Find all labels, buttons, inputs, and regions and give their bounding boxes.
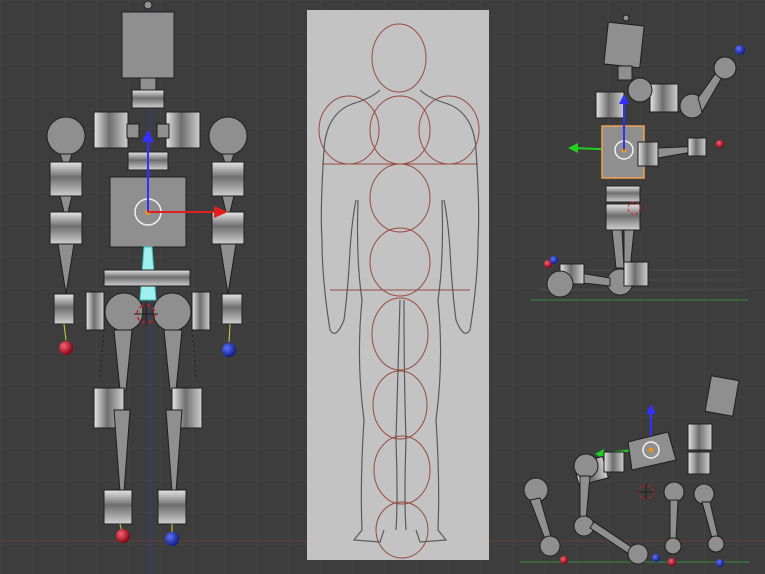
ik-handle-foot-right[interactable] (165, 532, 179, 546)
ik-handle-quad-back-left[interactable] (560, 556, 568, 564)
rig-wrist-right[interactable] (211, 211, 245, 245)
rig-wrist-left[interactable] (49, 211, 83, 245)
quad-neck-joint[interactable] (687, 423, 713, 451)
quad-origin-dot (648, 447, 654, 453)
quad-back-knee-left[interactable] (539, 535, 561, 557)
biped-hip-joint[interactable] (605, 203, 641, 231)
ik-handle-foot-left[interactable] (116, 529, 130, 543)
rig-head[interactable] (121, 11, 175, 79)
quad-back-hip-right[interactable] (573, 453, 599, 479)
rig-hip-joint-left[interactable] (85, 291, 105, 331)
quad-front-foot-left[interactable] (664, 537, 682, 555)
biped-foot-left[interactable] (546, 270, 574, 298)
biped-hand-right[interactable] (713, 56, 737, 80)
ik-handle-quad-front-left[interactable] (668, 558, 676, 566)
quad-front-shoulder-left[interactable] (663, 481, 685, 503)
quad-front-shoulder-right[interactable] (693, 483, 715, 505)
reference-sketch[interactable] (307, 10, 489, 560)
reference-image-plane[interactable] (307, 10, 489, 560)
viewport-canvas[interactable] (0, 0, 765, 574)
quad-back-foot-right[interactable] (627, 543, 649, 565)
rig-shoulder-joint-left[interactable] (93, 111, 129, 149)
ik-handle-hand-right[interactable] (222, 343, 236, 357)
quad-shoulder-joint[interactable] (687, 451, 711, 475)
rig-hip-ring[interactable] (103, 269, 191, 287)
biped-head[interactable] (603, 21, 645, 69)
rig-shoulder-right[interactable] (208, 116, 248, 156)
biped-head-antenna (622, 14, 630, 22)
quad-front-leg-left[interactable] (669, 499, 679, 541)
ik-handle-biped-hand-left[interactable] (716, 140, 724, 148)
rig-elbow-right[interactable] (211, 161, 245, 197)
rig-neck[interactable] (139, 77, 157, 91)
quad-spine-joint[interactable] (603, 451, 625, 473)
rig-collar-left[interactable] (126, 123, 140, 139)
3d-viewport[interactable] (0, 0, 765, 574)
biped-hip-ring[interactable] (605, 185, 641, 203)
biped-shoulder-sphere[interactable] (627, 77, 653, 103)
rig-elbow-left[interactable] (49, 161, 83, 197)
quad-head[interactable] (704, 375, 740, 417)
rig-ankle-left[interactable] (103, 489, 133, 525)
ik-handle-quad-front-right[interactable] (716, 559, 724, 567)
biped-shoulder-left[interactable] (595, 91, 625, 119)
biped-knee-right[interactable] (623, 261, 649, 287)
biped-shoulder-right[interactable] (649, 83, 679, 113)
rig-collar-right[interactable] (156, 123, 170, 139)
biped-wrist-left[interactable] (687, 137, 707, 157)
ik-handle-biped-foot-right[interactable] (550, 256, 558, 264)
rig-shoulder-joint-right[interactable] (165, 111, 201, 149)
rig-shoulder-left[interactable] (46, 116, 86, 156)
quad-front-foot-right[interactable] (707, 535, 725, 553)
ik-handle-biped-hand-right[interactable] (735, 45, 745, 55)
ik-handle-quad-back-right[interactable] (652, 554, 660, 562)
rig-hip-right[interactable] (152, 292, 192, 332)
biped-neck[interactable] (617, 65, 633, 81)
rig-head-antenna[interactable] (143, 0, 153, 10)
biped-elbow-left[interactable] (637, 141, 659, 167)
rig-ankle-right[interactable] (157, 489, 187, 525)
rig-hip-joint-right[interactable] (191, 291, 211, 331)
rig-finger-left[interactable] (53, 293, 75, 325)
rig-neck-joint[interactable] (131, 89, 165, 109)
rig-finger-right[interactable] (221, 293, 243, 325)
ik-handle-hand-left[interactable] (59, 341, 73, 355)
